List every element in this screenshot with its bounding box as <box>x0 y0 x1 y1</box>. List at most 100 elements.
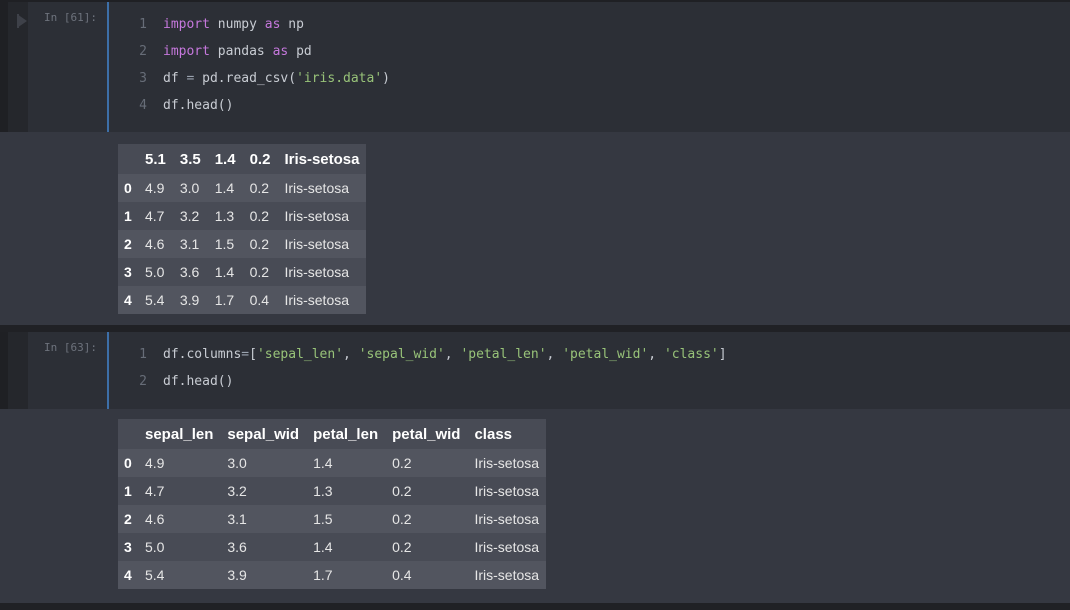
cell-gutter <box>8 332 28 409</box>
column-header: Iris-setosa <box>284 150 360 168</box>
code-token: 'sepal_len' <box>256 347 344 362</box>
code-token: pd.read_csv( <box>194 71 297 86</box>
table-cell: Iris-setosa <box>284 208 350 224</box>
table-row: 3 5.0 3.6 1.4 0.2 Iris-setosa <box>118 533 546 561</box>
index-header <box>118 144 138 174</box>
table-cell: 1.4 <box>313 455 333 471</box>
row-index: 0 <box>124 455 132 471</box>
column-header: 5.1 <box>145 150 166 168</box>
table-cell: 1.4 <box>214 264 235 280</box>
code-token: = <box>241 347 250 362</box>
table-cell: 3.2 <box>227 483 247 499</box>
code-token: , <box>546 347 563 362</box>
table-cell: 3.6 <box>179 264 200 280</box>
row-index: 4 <box>124 292 132 308</box>
code-token: ] <box>718 347 727 362</box>
line-number: 1 <box>139 17 147 32</box>
table-cell: Iris-setosa <box>284 180 350 196</box>
cell-prompt: In [63]: <box>44 341 97 354</box>
table-cell: 1.4 <box>313 539 333 555</box>
table-cell: 0.2 <box>392 511 412 527</box>
cell-prompt: In [61]: <box>44 11 97 24</box>
row-index: 1 <box>124 208 132 224</box>
table-cell: 3.0 <box>179 180 200 196</box>
code-token: pd <box>288 44 312 59</box>
column-header: 0.2 <box>249 150 271 168</box>
code-token: , <box>343 347 359 362</box>
table-cell: 3.9 <box>179 292 200 308</box>
code-token: 'class' <box>663 347 719 362</box>
code-token: as <box>264 17 281 32</box>
table-cell: 1.5 <box>313 511 333 527</box>
row-index: 3 <box>124 264 132 280</box>
table-cell: 5.0 <box>145 539 165 555</box>
table-cell: 1.3 <box>313 483 333 499</box>
dataframe-table: 5.1 3.5 1.4 0.2 Iris-setosa 0 4.9 3.0 1.4 0.2 Iris… <box>118 144 367 314</box>
code-cell-input[interactable]: In [63]: 1 df.columns=['sepal_len', 'sepa… <box>8 332 1070 409</box>
row-index: 4 <box>124 567 132 583</box>
table-cell: Iris-setosa <box>474 455 540 471</box>
table-row: 1 4.7 3.2 1.3 0.2 Iris-setosa <box>118 202 366 230</box>
table-cell: 1.7 <box>214 292 235 308</box>
code-cell-output: 5.1 3.5 1.4 0.2 Iris-setosa 0 4.9 3.0 1.4 0.2 Iris… <box>0 132 1070 325</box>
table-cell: 5.4 <box>145 567 165 583</box>
table-cell: 0.2 <box>249 180 270 196</box>
table-row: 1 4.7 3.2 1.3 0.2 Iris-setosa <box>118 477 546 505</box>
table-cell: 4.9 <box>145 180 165 196</box>
table-cell: Iris-setosa <box>474 567 540 583</box>
code-token: as <box>272 44 289 59</box>
table-cell: 4.7 <box>145 208 165 224</box>
code-token: numpy <box>209 17 265 32</box>
line-number: 4 <box>139 98 147 113</box>
table-cell: Iris-setosa <box>284 264 350 280</box>
table-cell: Iris-setosa <box>284 292 350 308</box>
column-header: petal_len <box>313 425 379 443</box>
code-token: pandas <box>209 44 273 59</box>
line-number: 2 <box>139 44 147 59</box>
code-text: df.head() <box>163 368 233 395</box>
code-token: 'sepal_wid' <box>358 347 445 362</box>
column-header: petal_wid <box>392 425 461 443</box>
dataframe-table: sepal_len sepal_wid petal_len petal_wid clas… <box>118 419 547 589</box>
code-token: np <box>280 17 304 32</box>
code-text: df.head() <box>163 92 233 119</box>
table-cell: 3.2 <box>179 208 200 224</box>
code-token: , <box>444 347 461 362</box>
row-index: 2 <box>124 236 132 252</box>
table-cell: 1.3 <box>214 208 235 224</box>
code-cell-input[interactable]: In [61]: 1 import numpy as np 2 import pand… <box>8 2 1070 132</box>
table-cell: 0.2 <box>249 236 270 252</box>
code-editor[interactable]: 1 import numpy as np 2 import pandas as pd 3… <box>107 2 1070 132</box>
table-cell: 0.2 <box>249 264 270 280</box>
table-cell: 1.4 <box>214 180 235 196</box>
table-cell: Iris-setosa <box>474 539 540 555</box>
code-token: import <box>163 17 210 32</box>
table-row: 2 4.6 3.1 1.5 0.2 Iris-setosa <box>118 505 547 533</box>
table-cell: 3.1 <box>227 511 247 527</box>
table-cell: 1.5 <box>214 236 235 252</box>
table-cell: 0.2 <box>392 455 412 471</box>
code-token: 'petal_wid' <box>562 347 649 362</box>
table-cell: Iris-setosa <box>284 236 350 252</box>
table-row: 4 5.4 3.9 1.7 0.4 Iris-setosa <box>118 561 547 589</box>
run-cell-icon[interactable] <box>17 14 27 28</box>
table-cell: 0.4 <box>392 567 412 583</box>
row-index: 0 <box>124 180 132 196</box>
table-row: 3 5.0 3.6 1.4 0.2 Iris-setosa <box>118 258 366 286</box>
table-cell: 4.6 <box>145 511 165 527</box>
code-token: df.head() <box>163 98 234 113</box>
table-cell: 5.4 <box>145 292 165 308</box>
code-token: import <box>163 44 210 59</box>
row-index: 1 <box>124 483 132 499</box>
table-row: 0 4.9 3.0 1.4 0.2 Iris-setosa <box>118 449 547 477</box>
index-header <box>118 419 138 449</box>
row-index: 2 <box>124 511 132 527</box>
table-row: 0 4.9 3.0 1.4 0.2 Iris-setosa <box>118 174 367 202</box>
row-index: 3 <box>124 539 132 555</box>
code-token: df.columns <box>163 347 242 362</box>
code-token: df.head() <box>163 374 234 389</box>
code-text: df = pd.read_csv('iris.data') <box>163 65 390 92</box>
code-editor[interactable]: 1 df.columns=['sepal_len', 'sepal_wid', '… <box>107 332 1070 409</box>
table-cell: 0.4 <box>249 292 270 308</box>
table-cell: 1.7 <box>313 567 333 583</box>
